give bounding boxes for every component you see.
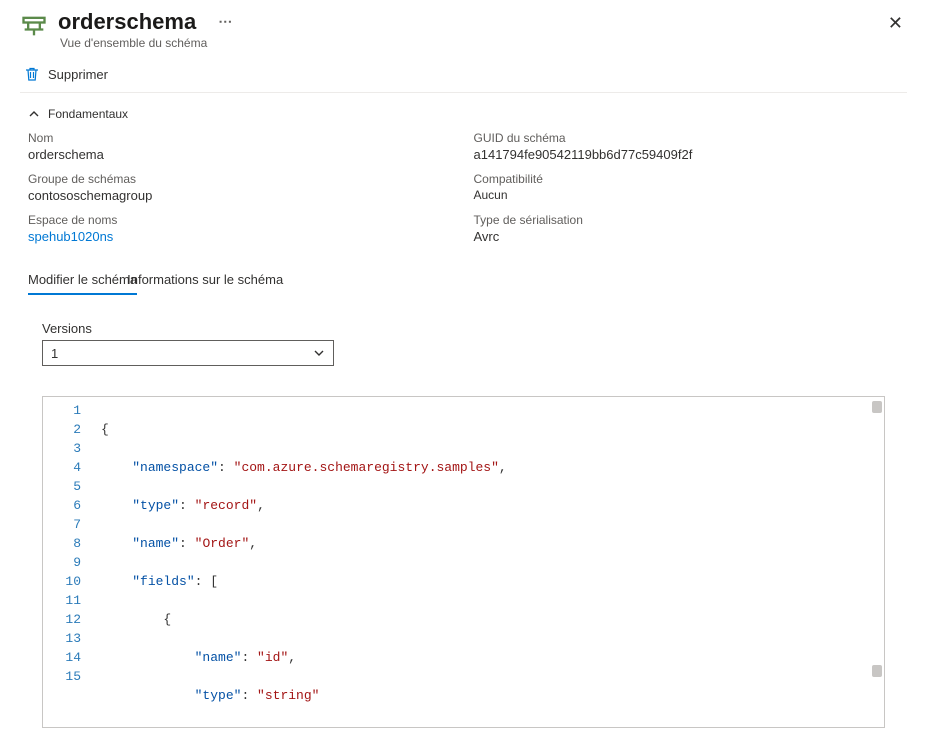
editor-gutter: 1 2 3 4 5 6 7 8 9 10 11 12 13 14 15 bbox=[43, 397, 95, 727]
ess-guid: GUID du schéma a141794fe90542119bb6d77c5… bbox=[474, 131, 900, 162]
page-subtitle: Vue d'ensemble du schéma bbox=[60, 36, 884, 50]
schema-editor[interactable]: 1 2 3 4 5 6 7 8 9 10 11 12 13 14 15 { "n… bbox=[42, 396, 885, 728]
ess-namespace: Espace de noms spehub1020ns bbox=[28, 213, 454, 244]
versions-selected: 1 bbox=[51, 346, 58, 361]
ess-namespace-value[interactable]: spehub1020ns bbox=[28, 229, 454, 244]
close-icon[interactable]: ✕ bbox=[884, 10, 907, 36]
versions-section: Versions 1 bbox=[0, 295, 927, 376]
chevron-up-icon bbox=[28, 108, 40, 120]
ess-name-value: orderschema bbox=[28, 147, 454, 162]
ess-compat: Compatibilité Aucun bbox=[474, 172, 900, 203]
tab-schema-info[interactable]: Informations sur le schéma bbox=[127, 272, 283, 295]
ess-name-label: Nom bbox=[28, 131, 454, 145]
ess-group-value: contososchemagroup bbox=[28, 188, 454, 203]
essentials-toggle[interactable]: Fondamentaux bbox=[28, 107, 899, 121]
toolbar: Supprimer bbox=[0, 56, 927, 92]
panel-header: orderschema ⋯ Vue d'ensemble du schéma ✕ bbox=[0, 0, 927, 56]
editor-scrollbar-top[interactable] bbox=[872, 401, 882, 413]
schema-icon bbox=[20, 12, 48, 40]
essentials-section: Fondamentaux Nom orderschema GUID du sch… bbox=[0, 93, 927, 254]
more-actions-icon[interactable]: ⋯ bbox=[218, 14, 233, 29]
ess-guid-label: GUID du schéma bbox=[474, 131, 900, 145]
delete-label: Supprimer bbox=[48, 67, 108, 82]
ess-compat-label: Compatibilité bbox=[474, 172, 900, 186]
trash-icon bbox=[24, 66, 40, 82]
tab-modify-schema[interactable]: Modifier le schéma bbox=[28, 272, 137, 295]
delete-button[interactable]: Supprimer bbox=[24, 66, 108, 82]
editor-scrollbar-bottom[interactable] bbox=[872, 665, 882, 677]
ess-namespace-label: Espace de noms bbox=[28, 213, 454, 227]
ess-serial: Type de sérialisation Avrc bbox=[474, 213, 900, 244]
essentials-label: Fondamentaux bbox=[48, 107, 128, 121]
ess-group-label: Groupe de schémas bbox=[28, 172, 454, 186]
ess-serial-value: Avrc bbox=[474, 229, 900, 244]
ess-name: Nom orderschema bbox=[28, 131, 454, 162]
editor-code[interactable]: { "namespace": "com.azure.schemaregistry… bbox=[95, 397, 884, 727]
tabs: Modifier le schéma Informations sur le s… bbox=[0, 254, 927, 295]
ess-compat-value: Aucun bbox=[474, 188, 900, 202]
chevron-down-icon bbox=[313, 347, 325, 359]
versions-label: Versions bbox=[42, 321, 885, 336]
page-title: orderschema bbox=[58, 10, 196, 34]
versions-dropdown[interactable]: 1 bbox=[42, 340, 334, 366]
ess-guid-value: a141794fe90542119bb6d77c59409f2f bbox=[474, 147, 900, 162]
ess-serial-label: Type de sérialisation bbox=[474, 213, 900, 227]
ess-group: Groupe de schémas contososchemagroup bbox=[28, 172, 454, 203]
